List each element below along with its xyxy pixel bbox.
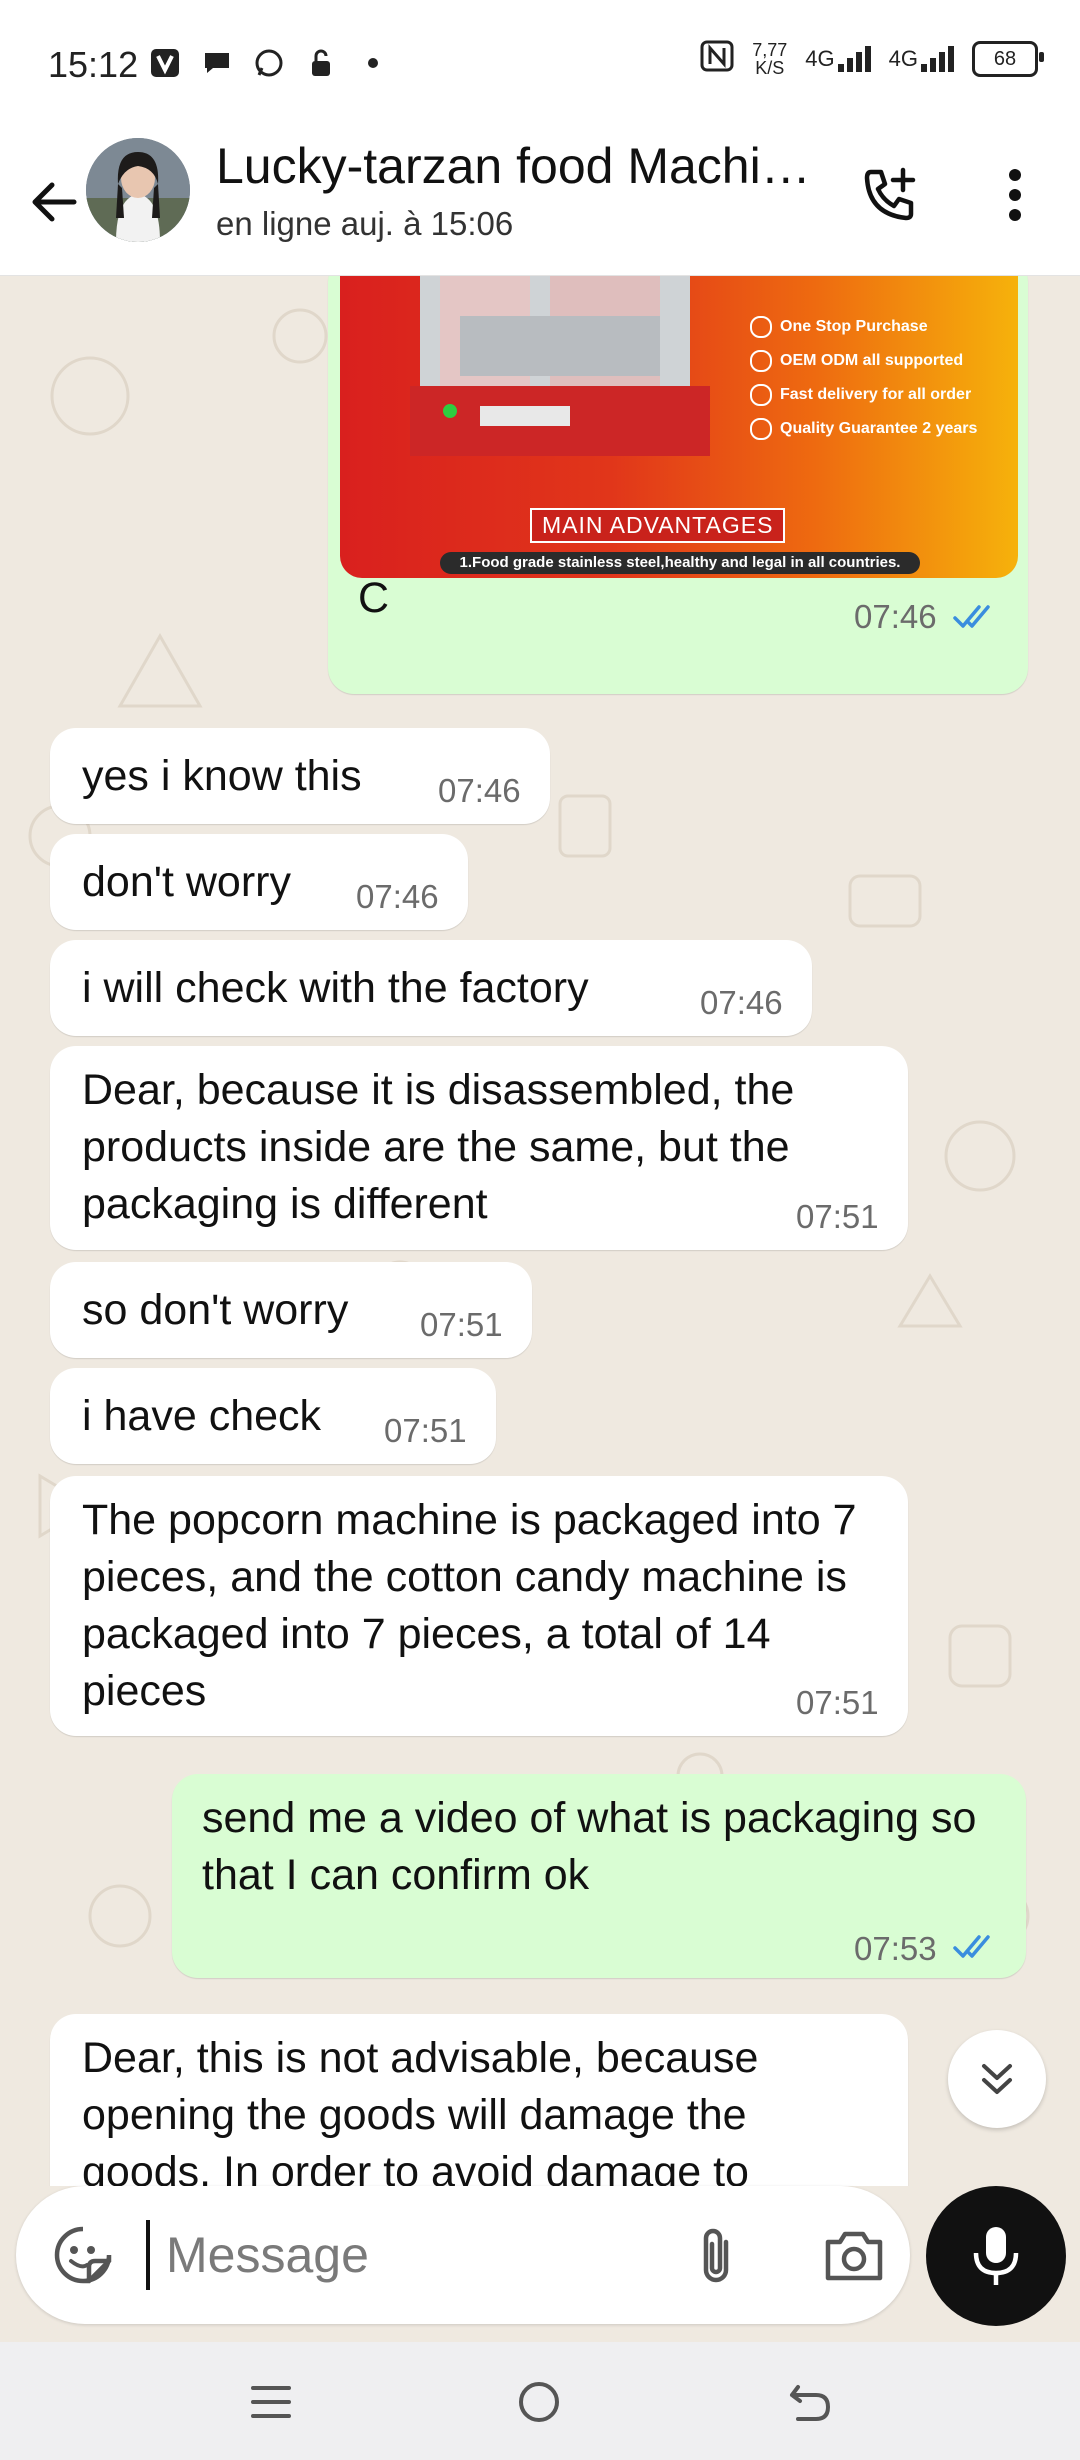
message-text: don't worry: [82, 858, 291, 906]
battery-level: 68: [993, 47, 1017, 70]
battery-icon: 68: [972, 41, 1044, 77]
speed-value: 7,77: [752, 40, 788, 60]
chat-bubble-icon: [200, 46, 234, 80]
image-caption: C: [358, 574, 390, 622]
popcorn-machine-illustration: [410, 276, 710, 456]
scroll-to-bottom-button[interactable]: [948, 2030, 1046, 2128]
feature-item: OEM ODM all supported: [750, 350, 963, 372]
double-chevron-down-icon: [982, 2064, 1012, 2094]
v-app-icon: [148, 46, 182, 80]
sticker-smiley-icon: [54, 2226, 112, 2284]
incoming-message[interactable]: so don't worry 07:51: [50, 1262, 532, 1358]
signal-2: 4G: [889, 46, 954, 72]
back-return-icon: [790, 2385, 830, 2421]
attach-button[interactable]: [676, 2216, 756, 2296]
voice-message-button[interactable]: [926, 2186, 1066, 2326]
lock-icon: [304, 46, 338, 80]
back-nav-button[interactable]: [764, 2362, 854, 2442]
message-text: The popcorn machine is packaged into 7 p…: [82, 1496, 869, 1715]
message-text: Dear, this is not advisable, because ope…: [82, 2034, 771, 2186]
speed-unit: K/S: [755, 58, 785, 78]
nfc-icon: [700, 40, 734, 78]
incoming-message[interactable]: Dear, this is not advisable, because ope…: [50, 2014, 908, 2186]
feature-item: One Stop Purchase: [750, 316, 928, 338]
message-text: yes i know this: [82, 752, 362, 800]
phone-plus-icon: [864, 167, 916, 221]
message-text: so don't worry: [82, 1286, 349, 1334]
home-circle-icon: [519, 2382, 559, 2422]
status-time: 15:12: [48, 44, 139, 85]
system-nav-bar: [0, 2342, 1080, 2460]
network-speed: 7,77 K/S: [752, 41, 787, 77]
chat-header: Lucky-tarzan food Machi… en ligne auj. à…: [0, 135, 1080, 276]
message-input[interactable]: [146, 2220, 686, 2290]
message-time: 07:46: [438, 772, 521, 809]
microphone-icon: [973, 2227, 1019, 2285]
message-time: 07:46: [700, 984, 783, 1021]
camera-button[interactable]: [812, 2216, 896, 2296]
message-time: 07:53: [854, 1930, 937, 1967]
message-time: 07:46: [356, 878, 439, 915]
incoming-message[interactable]: i will check with the factory 07:46: [50, 940, 812, 1036]
last-seen-status: en ligne auj. à 15:06: [216, 205, 514, 242]
more-options-button[interactable]: [980, 155, 1050, 235]
menu-lines-icon: [251, 2386, 291, 2418]
notification-icons: [148, 46, 390, 80]
read-ticks-icon: [953, 1935, 990, 1958]
message-composer: [16, 2186, 910, 2324]
chat-area[interactable]: One Stop Purchase OEM ODM all supported …: [0, 276, 1080, 2186]
feature-item: Quality Guarantee 2 years: [750, 418, 977, 440]
incoming-message[interactable]: The popcorn machine is packaged into 7 p…: [50, 1476, 908, 1736]
message-text: send me a video of what is packaging so …: [202, 1794, 989, 1899]
signal-1: 4G: [805, 46, 871, 72]
message-time: 07:51: [796, 1684, 879, 1721]
avatar[interactable]: [86, 138, 190, 242]
message-text: Dear, because it is disassembled, the pr…: [82, 1066, 807, 1228]
recents-button[interactable]: [226, 2362, 316, 2442]
network-type-1: 4G: [805, 46, 835, 71]
status-bar: 15:12 7,77 K/S 4G 4G 68: [0, 0, 1080, 135]
image-footer-text: 1.Food grade stainless steel,healthy and…: [440, 552, 920, 574]
kebab-menu-icon: [1009, 169, 1021, 221]
message-time: 07:51: [796, 1198, 879, 1235]
whatsapp-icon: [252, 46, 286, 80]
paperclip-icon: [703, 2228, 729, 2283]
incoming-message[interactable]: don't worry 07:46: [50, 834, 468, 930]
sticker-button[interactable]: [46, 2218, 120, 2292]
network-type-2: 4G: [888, 46, 918, 71]
home-button[interactable]: [494, 2362, 584, 2442]
system-indicators: 7,77 K/S 4G 4G 68: [700, 40, 1044, 78]
product-image[interactable]: One Stop Purchase OEM ODM all supported …: [340, 276, 1018, 578]
message-time: 07:51: [420, 1306, 503, 1343]
outgoing-message[interactable]: send me a video of what is packaging so …: [172, 1774, 1026, 1978]
add-call-button[interactable]: [850, 155, 930, 235]
arrow-left-icon: [32, 182, 77, 222]
incoming-message[interactable]: yes i know this 07:46: [50, 728, 550, 824]
message-text: i have check: [82, 1392, 322, 1440]
read-ticks-icon: [953, 605, 990, 628]
incoming-message[interactable]: Dear, because it is disassembled, the pr…: [50, 1046, 908, 1250]
message-text: i will check with the factory: [82, 964, 589, 1012]
incoming-message[interactable]: i have check 07:51: [50, 1368, 496, 1464]
advantages-banner: MAIN ADVANTAGES: [530, 508, 786, 543]
dot-icon: [356, 46, 390, 80]
message-time: 07:46: [854, 598, 937, 635]
feature-item: Fast delivery for all order: [750, 384, 971, 406]
camera-icon: [825, 2231, 883, 2281]
outgoing-image-message[interactable]: One Stop Purchase OEM ODM all supported …: [328, 276, 1028, 694]
contact-name[interactable]: Lucky-tarzan food Machi…: [216, 137, 826, 195]
back-button[interactable]: [18, 167, 88, 237]
message-time: 07:51: [384, 1412, 467, 1449]
